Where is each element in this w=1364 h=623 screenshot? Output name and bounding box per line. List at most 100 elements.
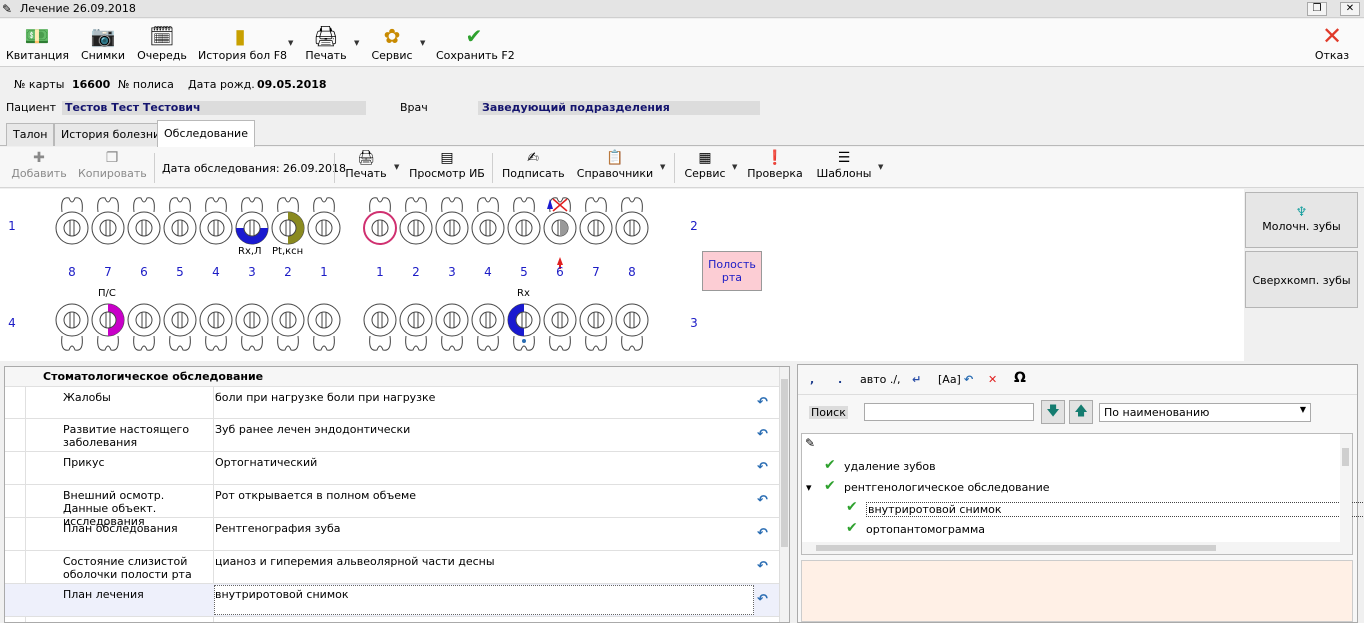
copy-button[interactable]: ❐ Копировать	[78, 149, 147, 180]
tooth[interactable]	[399, 303, 433, 351]
tooth[interactable]	[235, 303, 269, 351]
save-button[interactable]: ✔ Сохранить F2	[436, 21, 515, 65]
scroll-thumb[interactable]	[1342, 448, 1349, 466]
scroll-thumb[interactable]	[781, 379, 788, 547]
tooth[interactable]	[507, 303, 541, 351]
close-window-button[interactable]: ✕	[1340, 2, 1360, 16]
references-button[interactable]: 📋 Справочники	[576, 149, 654, 180]
tooth[interactable]	[127, 197, 161, 245]
tooth[interactable]	[91, 303, 125, 351]
expand-icon[interactable]: ▾	[806, 481, 812, 494]
tooth[interactable]	[235, 197, 269, 245]
grid-value[interactable]: цианоз и гиперемия альвеолярной части де…	[215, 555, 775, 568]
tree-item[interactable]: ✔ ортопантомограмма	[846, 520, 985, 536]
templates-button[interactable]: ☰ Шаблоны	[814, 149, 874, 180]
tooth[interactable]	[271, 197, 305, 245]
images-button[interactable]: 📷 Снимки	[80, 21, 126, 65]
grid-value[interactable]: Зуб ранее лечен эндодонтически	[215, 423, 775, 436]
sort-select[interactable]: По наименованию ▼	[1099, 403, 1311, 422]
undo-icon[interactable]: ↶	[757, 460, 768, 475]
tab-examination[interactable]: Обследование	[157, 120, 255, 147]
tree-item[interactable]: ✔ удаление зубов	[824, 457, 936, 473]
history-button[interactable]: ▮ История бол F8	[198, 21, 287, 65]
references-dropdown-icon[interactable]: ▼	[660, 163, 665, 171]
case-button[interactable]: [Аа]	[938, 373, 961, 386]
service2-button[interactable]: ▦ Сервис	[682, 149, 728, 180]
tab-talon[interactable]: Талон	[6, 123, 55, 146]
tooth[interactable]	[615, 303, 649, 351]
tooth[interactable]	[91, 197, 125, 245]
dot-button[interactable]: .	[838, 373, 842, 386]
tooth[interactable]	[163, 197, 197, 245]
grid-value[interactable]: Ортогнатический	[215, 456, 775, 469]
auto-punct-button[interactable]: авто ./,	[860, 373, 901, 386]
grid-value[interactable]: Рот открывается в полном объеме	[215, 489, 775, 502]
service-dropdown-icon[interactable]: ▼	[420, 39, 425, 47]
print2-button[interactable]: 🖨 Печать	[344, 149, 388, 180]
print-dropdown-icon[interactable]: ▼	[354, 39, 359, 47]
tree-vscroll[interactable]	[1340, 434, 1352, 554]
tree-item[interactable]: ✔ внутриротовой снимок	[846, 499, 1364, 517]
tooth[interactable]	[363, 197, 397, 245]
grid-value[interactable]: внутриротовой снимок	[214, 585, 754, 615]
scroll-thumb[interactable]	[816, 545, 1216, 551]
delete-icon[interactable]: ✕	[988, 373, 997, 386]
grid-value[interactable]: Рентгенография зуба	[215, 522, 775, 535]
tooth[interactable]	[363, 303, 397, 351]
tooth[interactable]	[271, 303, 305, 351]
tooth[interactable]	[471, 197, 505, 245]
tooth[interactable]	[307, 197, 341, 245]
check-button[interactable]: ❗ Проверка	[746, 149, 804, 180]
tooth[interactable]	[579, 197, 613, 245]
print-button[interactable]: 🖨 Печать	[302, 21, 350, 65]
supernumerary-teeth-button[interactable]: Сверхкомп. зубы	[1245, 251, 1358, 308]
tooth[interactable]	[543, 303, 577, 351]
grid-value[interactable]: боли при нагрузке боли при нагрузке	[215, 391, 775, 404]
search-input[interactable]	[864, 403, 1034, 421]
tooth[interactable]	[55, 303, 89, 351]
templates-dropdown-icon[interactable]: ▼	[878, 163, 883, 171]
add-button[interactable]: ✚ Добавить	[10, 149, 68, 180]
tooth[interactable]	[55, 197, 89, 245]
undo-icon[interactable]: ↶	[757, 559, 768, 574]
undo-icon[interactable]: ↶	[757, 427, 768, 442]
undo-icon[interactable]: ↶	[757, 493, 768, 508]
edit-icon[interactable]: ✎	[805, 436, 815, 450]
search-down-button[interactable]: 🡇	[1041, 400, 1065, 424]
undo-icon[interactable]: ↶	[757, 592, 768, 607]
tree-item[interactable]: ✔ рентгенологическое обследование	[824, 478, 1050, 494]
queue-button[interactable]: 🗓 Очередь	[136, 21, 188, 65]
tooth[interactable]	[199, 303, 233, 351]
sign-button[interactable]: ✍ Подписать	[502, 149, 565, 180]
tooth[interactable]	[435, 303, 469, 351]
undo-icon[interactable]: ↶	[757, 526, 768, 541]
tooth[interactable]	[579, 303, 613, 351]
grid-scrollbar[interactable]	[779, 367, 789, 622]
comma-button[interactable]: ,	[810, 373, 814, 386]
tooth[interactable]	[615, 197, 649, 245]
service-button[interactable]: ✿ Сервис	[368, 21, 416, 65]
search-up-button[interactable]: 🡅	[1069, 400, 1093, 424]
tooth[interactable]	[507, 197, 541, 245]
tooth[interactable]	[399, 197, 433, 245]
history-dropdown-icon[interactable]: ▼	[288, 39, 293, 47]
restore-button[interactable]: ❐	[1307, 2, 1327, 16]
phrase-notes[interactable]	[801, 560, 1353, 622]
enter-icon[interactable]: ↵	[912, 373, 921, 386]
undo-icon[interactable]: ↶	[757, 395, 768, 410]
oral-cavity-button[interactable]: Полость рта	[702, 251, 762, 291]
tab-history[interactable]: История болезни	[54, 123, 168, 146]
omega-button[interactable]: Ω	[1014, 370, 1026, 386]
print2-dropdown-icon[interactable]: ▼	[394, 163, 399, 171]
tooth[interactable]	[435, 197, 469, 245]
service2-dropdown-icon[interactable]: ▼	[732, 163, 737, 171]
tooth[interactable]	[127, 303, 161, 351]
undo-icon[interactable]: ↶	[964, 373, 973, 386]
milk-teeth-button[interactable]: ♆ Молочн. зубы	[1245, 192, 1358, 248]
cancel-button[interactable]: ✕ Отказ	[1312, 21, 1352, 65]
receipt-button[interactable]: 💵 Квитанция	[6, 21, 69, 65]
tooth[interactable]	[307, 303, 341, 351]
tooth[interactable]	[471, 303, 505, 351]
view-ib-button[interactable]: ▤ Просмотр ИБ	[408, 149, 486, 180]
tooth[interactable]	[199, 197, 233, 245]
